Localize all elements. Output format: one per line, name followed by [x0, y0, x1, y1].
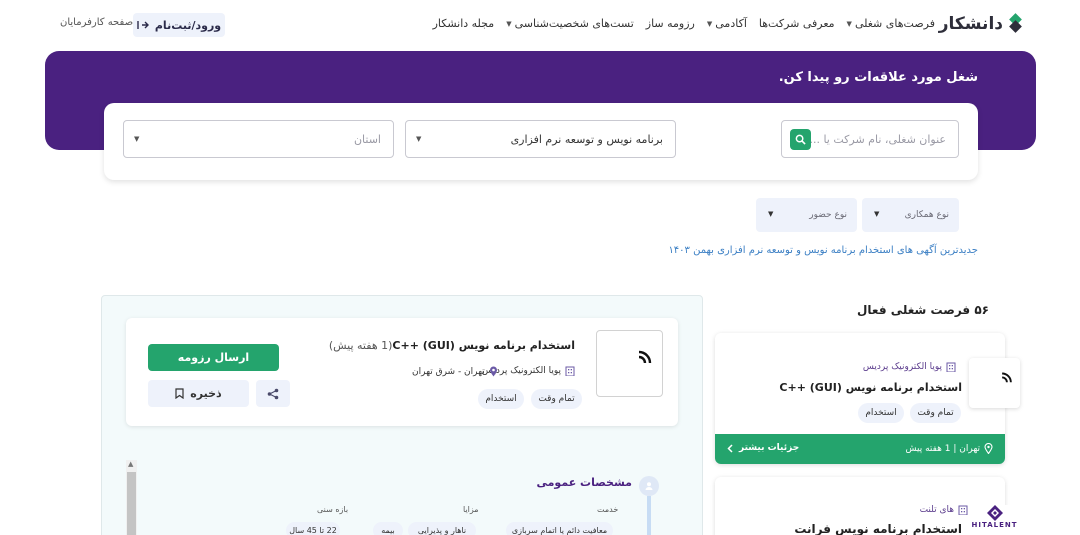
job-title: استخدام برنامه نویس (GUI) ++C(1 هفته پیش…	[328, 339, 575, 352]
logo-text: دانشکار	[938, 14, 1003, 34]
general-specs-icon	[639, 476, 659, 496]
location-pin-icon	[984, 443, 993, 454]
company-logo: HITALENT	[969, 505, 1020, 535]
main-menu: فرصت‌های شغلی ▼ معرفی شرکت‌ها آکادمی ▼ رزو…	[433, 17, 935, 30]
login-icon	[137, 21, 149, 29]
company-logo: PEP	[596, 330, 663, 397]
tag-employment: استخدام	[478, 389, 524, 409]
hitalent-logo-icon	[986, 505, 1003, 521]
list-card-company: های تلنت	[920, 505, 968, 515]
login-register-button[interactable]: ورود/ثبت‌نام	[133, 13, 225, 37]
hero-title: شغل مورد علاقه‌ات رو پیدا کن.	[778, 70, 978, 85]
timeline-line	[647, 496, 651, 535]
share-icon	[267, 388, 279, 399]
menu-item-resume-builder[interactable]: رزومه ساز	[646, 17, 695, 30]
location-pin-icon	[489, 366, 497, 377]
search-button[interactable]	[790, 129, 811, 150]
general-specs-title: مشخصات عمومی	[536, 476, 632, 489]
chevron-left-icon	[727, 443, 733, 453]
service-label: خدمت	[597, 505, 619, 514]
benefit-chip: بیمه	[373, 522, 403, 535]
building-icon	[565, 366, 575, 376]
company-logo: PEP	[969, 358, 1020, 408]
menu-item-personality-tests[interactable]: تست‌های شخصیت‌شناسی ▼	[506, 17, 634, 30]
province-select[interactable]: استان ▼	[123, 120, 394, 158]
chevron-down-icon: ▼	[506, 19, 512, 28]
user-icon	[645, 482, 653, 490]
save-button[interactable]: ذخیره	[148, 380, 249, 407]
tag-employment: استخدام	[858, 403, 904, 423]
list-card-title: استخدام برنامه نویس (GUI) ++C	[779, 381, 962, 394]
tag-full-time: تمام وقت	[531, 389, 582, 409]
chevron-down-icon: ▼	[874, 210, 880, 218]
pep-logo-icon: PEP	[638, 350, 651, 363]
bookmark-icon	[175, 388, 184, 399]
send-resume-button[interactable]: ارسال رزومه	[148, 344, 279, 371]
pep-logo-icon: PEP	[976, 372, 1012, 397]
list-card-footer: تهران | 1 هفته پیش جزئیات بیشتر	[715, 434, 1005, 464]
hitalent-logo-text: HITALENT	[971, 521, 1018, 529]
search-icon	[795, 134, 806, 145]
logo-mark-icon	[1007, 13, 1025, 33]
scroll-up-icon[interactable]: ▲	[128, 460, 133, 468]
benefits-label: مزایا	[463, 505, 479, 514]
menu-item-magazine[interactable]: مجله دانشکار	[433, 17, 495, 30]
list-card-company: پویا الکترونیک پردیس	[863, 362, 956, 372]
cooperation-type-filter[interactable]: نوع همکاری ▼	[862, 198, 959, 232]
service-value: معافیت دائم یا اتمام سربازی	[506, 522, 613, 535]
list-card-title: استخدام برنامه نویس فرانت	[794, 522, 962, 535]
chevron-down-icon: ▼	[846, 19, 852, 28]
more-details-link[interactable]: جزئیات بیشتر	[727, 443, 799, 453]
age-range-label: بازه سنی	[317, 505, 349, 514]
building-icon	[958, 505, 968, 515]
chevron-down-icon: ▼	[706, 19, 713, 28]
presence-type-filter[interactable]: نوع حضور ▼	[756, 198, 857, 232]
chevron-down-icon: ▼	[416, 135, 422, 143]
employer-page-link[interactable]: صفحه کارفرمایان	[60, 17, 133, 28]
chevron-down-icon: ▼	[134, 135, 140, 143]
menu-item-companies[interactable]: معرفی شرکت‌ها	[759, 17, 835, 30]
tag-full-time: تمام وقت	[910, 403, 961, 423]
share-button[interactable]	[256, 380, 290, 407]
list-card-location: تهران | 1 هفته پیش	[906, 443, 993, 454]
site-logo[interactable]: دانشکار	[938, 13, 1025, 34]
chevron-down-icon: ▼	[768, 210, 774, 218]
menu-item-jobs[interactable]: فرصت‌های شغلی ▼	[847, 17, 935, 30]
scroll-thumb[interactable]	[127, 472, 136, 535]
category-select[interactable]: برنامه نویس و توسعه نرم افزاری ▼	[405, 120, 676, 158]
job-search-input[interactable]: عنوان شغلی، نام شرکت یا ...	[781, 120, 959, 158]
building-icon	[946, 362, 956, 372]
detail-scrollbar[interactable]: ▲	[126, 460, 137, 535]
benefit-chip: ناهار و پذیرایی	[408, 522, 476, 535]
job-location: تهران - شرق تهران	[412, 366, 498, 377]
age-range-value: 22 تا 45 سال	[286, 522, 340, 535]
latest-jobs-link[interactable]: جدیدترین آگهی های استخدام برنامه نویس و …	[668, 245, 978, 256]
active-jobs-count: ۵۶ فرصت شغلی فعال	[857, 303, 989, 317]
menu-item-academy[interactable]: آکادمی ▼	[707, 17, 747, 30]
